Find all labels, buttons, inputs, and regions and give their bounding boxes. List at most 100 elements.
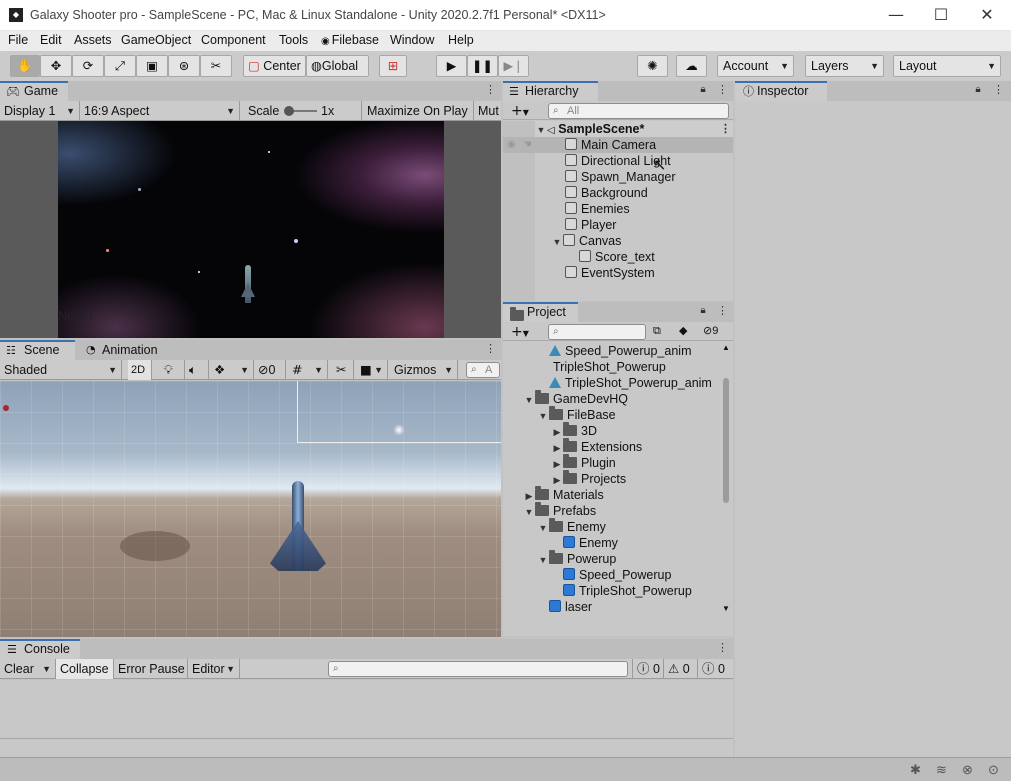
filter-by-label-button[interactable]: ◆ xyxy=(679,324,687,337)
bug-icon[interactable]: ✱ xyxy=(910,762,921,778)
inspector-menu-icon[interactable]: ⋮ xyxy=(993,85,1004,96)
expand-arrow-icon[interactable]: ▼ xyxy=(523,392,535,408)
hierarchy-menu-icon[interactable]: ⋮ xyxy=(717,85,728,96)
console-menu-icon[interactable]: ⋮ xyxy=(717,643,728,654)
filter-by-type-button[interactable]: ⧉ xyxy=(653,324,661,338)
scale-slider[interactable]: Scale 1x xyxy=(240,101,362,121)
maximize-on-play-toggle[interactable]: Maximize On Play xyxy=(362,101,474,121)
menu-file[interactable]: File xyxy=(8,33,28,47)
lock-icon[interactable]: 🔒︎ xyxy=(700,306,706,316)
tab-animation[interactable]: ◔ Animation xyxy=(80,340,170,360)
tab-hierarchy[interactable]: ☰ Hierarchy xyxy=(503,81,598,101)
hidden-packages-toggle[interactable]: ⊘9 xyxy=(703,324,718,337)
pivot-mode-button[interactable]: ▢ Center xyxy=(243,55,306,77)
warning-filter-toggle[interactable]: ⚠ 0 xyxy=(664,659,698,679)
tab-game[interactable]: 🎮︎ Game xyxy=(0,81,68,101)
2d-toggle[interactable]: 2D xyxy=(128,360,152,380)
grid-dropdown[interactable]: # ▼ xyxy=(288,360,328,380)
project-item[interactable]: ▶ Projects xyxy=(551,470,626,488)
scrollbar-thumb[interactable] xyxy=(723,378,729,503)
error-pause-toggle[interactable]: Error Pause xyxy=(114,659,188,679)
project-item[interactable]: laser xyxy=(537,599,592,615)
project-item[interactable]: ▶ Extensions xyxy=(551,438,642,456)
cache-server-icon[interactable]: ≋ xyxy=(936,762,947,778)
scale-tool-button[interactable]: ⤢ xyxy=(104,55,136,77)
hierarchy-row[interactable]: Enemies xyxy=(565,201,630,217)
scroll-down-icon[interactable]: ▼ xyxy=(722,604,730,613)
minimize-button[interactable]: — xyxy=(873,0,919,31)
project-item[interactable]: TripleShot_Powerup_anim xyxy=(537,375,712,391)
hierarchy-row[interactable]: Player xyxy=(565,217,616,233)
project-item[interactable]: TripleShot_Powerup xyxy=(551,583,692,599)
project-item[interactable]: Enemy xyxy=(551,535,618,551)
grid-snap-button[interactable]: ⊞ xyxy=(379,55,407,77)
lock-icon[interactable]: 🔒︎ xyxy=(975,85,981,95)
layers-dropdown[interactable]: Layers ▼ xyxy=(805,55,884,77)
game-view[interactable]: New T xyxy=(0,121,501,338)
project-item[interactable]: ▼ GameDevHQ xyxy=(523,390,628,408)
expand-arrow-icon[interactable]: ▼ xyxy=(523,504,535,520)
project-item[interactable]: ▼ Prefabs xyxy=(523,502,596,520)
menu-filebase[interactable]: ◉ Filebase xyxy=(321,33,379,47)
expand-arrow-icon[interactable]: ▶ xyxy=(551,424,563,440)
project-search-input[interactable]: ⌕ xyxy=(548,324,646,340)
maximize-button[interactable]: ☐ xyxy=(918,0,964,31)
tab-project[interactable]: Project xyxy=(503,302,578,322)
project-scrollbar[interactable]: ▲ ▼ xyxy=(720,342,732,617)
shading-mode-select[interactable]: Shaded ▼ xyxy=(0,360,122,380)
pivot-rotation-button[interactable]: ◍Global xyxy=(306,55,369,77)
hierarchy-search-input[interactable]: ⌕ All xyxy=(548,103,729,119)
camera-dropdown[interactable]: ■ ▼ xyxy=(356,360,388,380)
project-item[interactable]: ▶ 3D xyxy=(551,422,597,440)
create-asset-dropdown[interactable]: +▼ xyxy=(511,323,529,340)
menu-gameobject[interactable]: GameObject xyxy=(121,33,191,47)
expand-arrow-icon[interactable]: ▶ xyxy=(551,472,563,488)
progress-icon[interactable]: ⊗ xyxy=(962,762,973,778)
project-item[interactable]: TripleShot_Powerup xyxy=(537,359,666,375)
expand-arrow-icon[interactable]: ▶ xyxy=(523,488,535,504)
hierarchy-row[interactable]: ◉ ☚ Main Camera xyxy=(503,137,733,153)
log-filter-toggle[interactable]: ⓘ 0 xyxy=(632,659,664,679)
hierarchy-row[interactable]: EventSystem xyxy=(565,265,655,281)
display-select[interactable]: Display 1 ▼ xyxy=(0,101,80,121)
layout-dropdown[interactable]: Layout ▼ xyxy=(893,55,1001,77)
expand-arrow-icon[interactable]: ▼ xyxy=(537,408,549,424)
scene-menu-icon[interactable]: ⋮ xyxy=(720,124,731,135)
custom-tool-button[interactable]: ✂ xyxy=(200,55,232,77)
rect-tool-button[interactable]: ▣ xyxy=(136,55,168,77)
editor-dropdown[interactable]: Editor ▼ xyxy=(188,659,240,679)
hierarchy-row[interactable]: Score_text xyxy=(579,249,655,265)
game-menu-icon[interactable]: ⋮ xyxy=(485,85,496,96)
menu-window[interactable]: Window xyxy=(390,33,434,47)
hand-tool-button[interactable]: ✋ xyxy=(10,55,40,77)
audio-toggle[interactable]: 🔈︎ xyxy=(185,360,209,380)
project-item[interactable]: Speed_Powerup_anim xyxy=(537,343,691,359)
gizmos-dropdown[interactable]: Gizmos ▼ xyxy=(390,360,458,380)
auto-generate-lighting-icon[interactable]: ⊙ xyxy=(988,762,999,778)
eye-icon[interactable]: ◉ xyxy=(507,137,516,153)
mute-audio-toggle[interactable]: Mut xyxy=(474,101,501,121)
expand-arrow-icon[interactable]: ▶ xyxy=(551,440,563,456)
scroll-up-icon[interactable]: ▲ xyxy=(722,343,730,352)
pick-icon[interactable]: ☚ xyxy=(523,137,532,153)
collab-button[interactable]: ✺ xyxy=(637,55,668,77)
project-item[interactable]: ▼ Powerup xyxy=(537,550,616,568)
expand-arrow-icon[interactable]: ▼ xyxy=(537,520,549,536)
rotate-tool-button[interactable]: ⟳ xyxy=(72,55,104,77)
project-menu-icon[interactable]: ⋮ xyxy=(717,306,728,317)
pause-button[interactable]: ❚❚ xyxy=(467,55,498,77)
menu-tools[interactable]: Tools xyxy=(279,33,308,47)
project-item[interactable]: ▶ Materials xyxy=(523,486,604,504)
expand-arrow-icon[interactable]: ▼ xyxy=(537,552,549,568)
effects-dropdown[interactable]: ❖ ▼ xyxy=(210,360,254,380)
menu-help[interactable]: Help xyxy=(448,33,474,47)
menu-assets[interactable]: Assets xyxy=(74,33,112,47)
lock-icon[interactable]: 🔒︎ xyxy=(700,85,706,95)
menu-edit[interactable]: Edit xyxy=(40,33,62,47)
lighting-toggle[interactable]: 💡︎ xyxy=(160,360,185,380)
expand-arrow-icon[interactable]: ▼ xyxy=(535,122,547,138)
tab-inspector[interactable]: ⓘ Inspector xyxy=(735,81,827,101)
play-button[interactable]: ▶ xyxy=(436,55,467,77)
transform-tool-button[interactable]: ⊛ xyxy=(168,55,200,77)
tab-console[interactable]: ☰ Console xyxy=(0,639,80,659)
